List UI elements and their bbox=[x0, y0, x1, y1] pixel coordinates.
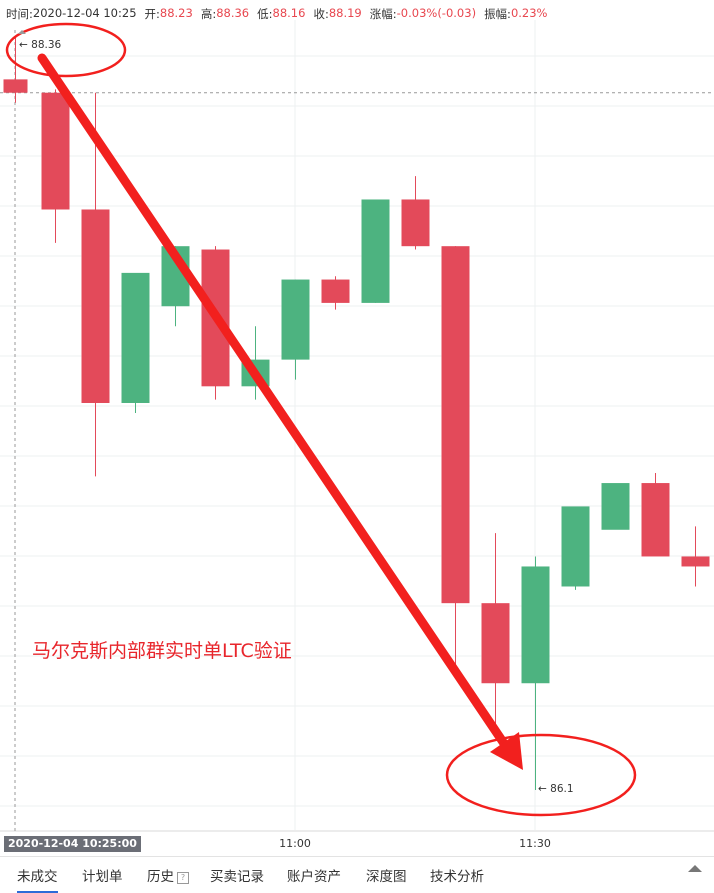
candle-body bbox=[361, 199, 390, 303]
tab-depth-chart[interactable]: 深度图 bbox=[366, 865, 407, 885]
watermark-text: 马尔克斯内部群实时单LTC验证 bbox=[32, 640, 292, 662]
candle-body bbox=[41, 92, 70, 210]
tab-history[interactable]: 历史? bbox=[147, 865, 189, 885]
candle-body bbox=[441, 246, 470, 604]
candle-body bbox=[681, 556, 710, 567]
candle-body bbox=[401, 199, 430, 247]
candle-body bbox=[481, 603, 510, 684]
tab-trade-records[interactable]: 买卖记录 bbox=[210, 865, 264, 885]
question-icon[interactable]: ? bbox=[177, 872, 189, 884]
annotation-layer bbox=[5, 22, 637, 817]
chevron-up-icon[interactable] bbox=[688, 865, 702, 872]
candle-body bbox=[321, 279, 350, 303]
candle-body bbox=[81, 209, 110, 403]
candle-body bbox=[521, 566, 550, 684]
tab-plan-orders[interactable]: 计划单 bbox=[82, 865, 123, 885]
candle-body bbox=[281, 279, 310, 360]
tab-open-orders[interactable]: 未成交 bbox=[17, 865, 58, 893]
candle-body bbox=[121, 272, 150, 403]
tab-technical-analysis[interactable]: 技术分析 bbox=[430, 865, 484, 885]
high-price-marker: ← 88.36 bbox=[19, 39, 62, 51]
candle-body bbox=[3, 79, 28, 93]
candle-body bbox=[561, 506, 590, 587]
low-price-marker: ← 86.1 bbox=[538, 783, 574, 795]
candle-series bbox=[3, 36, 710, 790]
tab-history-label: 历史 bbox=[147, 869, 174, 885]
crosshair-time-badge: 2020-12-04 10:25:00 bbox=[4, 836, 141, 852]
candle-body bbox=[601, 483, 630, 530]
low-circle-annotation bbox=[445, 733, 637, 817]
candlestick-chart[interactable] bbox=[0, 0, 714, 856]
x-tick-label: 11:30 bbox=[519, 837, 551, 850]
tab-account-assets[interactable]: 账户资产 bbox=[287, 865, 341, 885]
chart-grid bbox=[0, 20, 714, 832]
bottom-tab-bar: 未成交 计划单 历史? 买卖记录 账户资产 深度图 技术分析 bbox=[0, 856, 714, 893]
x-tick-label: 11:00 bbox=[279, 837, 311, 850]
candle-body bbox=[641, 483, 670, 557]
